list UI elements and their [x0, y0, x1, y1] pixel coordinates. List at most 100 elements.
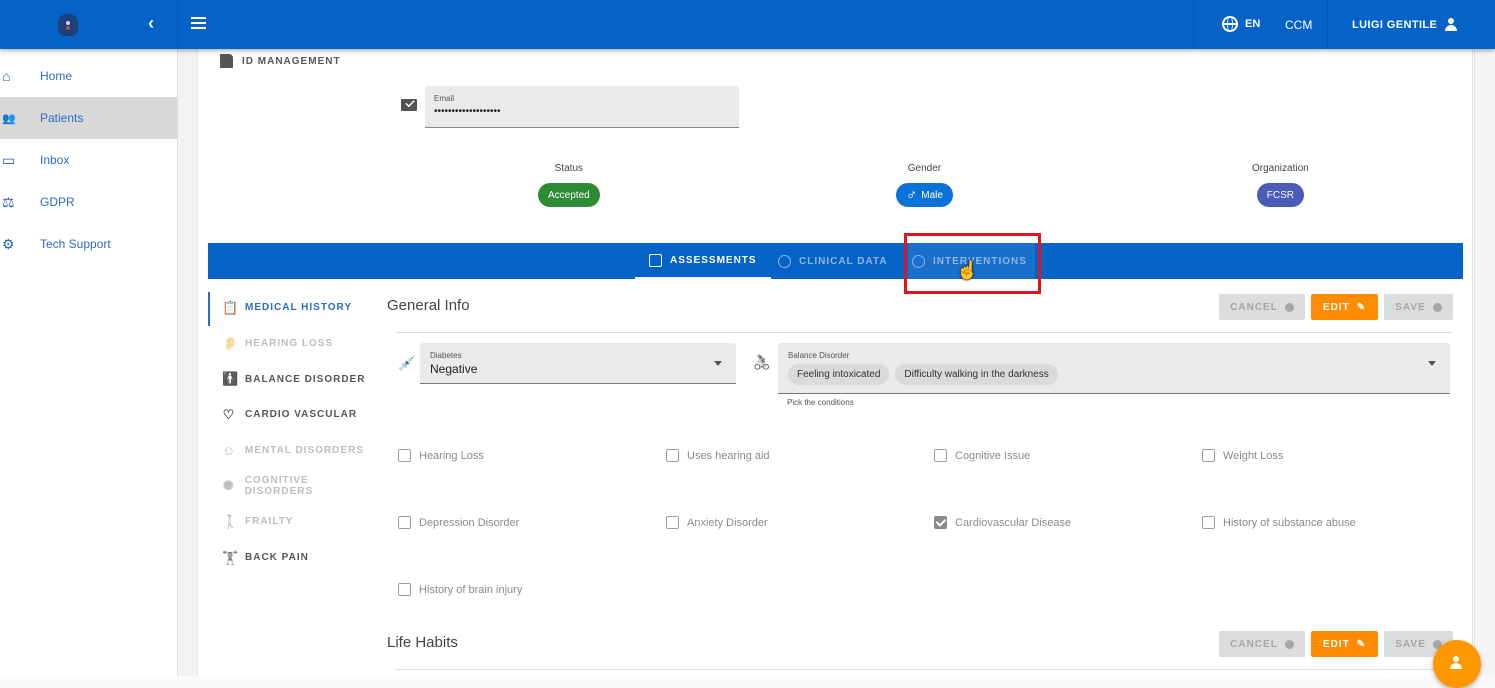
- subnav-label: MENTAL DISORDERS: [245, 445, 364, 457]
- button-label: SAVE: [1395, 638, 1426, 650]
- button-label: SAVE: [1395, 301, 1426, 313]
- life-habits-edit-button[interactable]: EDIT ✎: [1311, 631, 1378, 657]
- organization-badge: FCSR: [1256, 183, 1304, 207]
- checkbox-label: History of brain injury: [419, 583, 523, 596]
- checkbox-depression-disorder[interactable]: Depression Disorder: [398, 516, 519, 529]
- general-info-save-button[interactable]: SAVE: [1384, 294, 1453, 320]
- subnav-label: CARDIO VASCULAR: [245, 409, 358, 421]
- general-info-edit-button[interactable]: EDIT ✎: [1311, 294, 1378, 320]
- condition-chip[interactable]: Feeling intoxicated: [788, 364, 890, 385]
- heart-gear-icon: ♡: [222, 406, 236, 422]
- condition-chip[interactable]: Difficulty walking in the darkness: [895, 364, 1058, 385]
- app-logo[interactable]: [58, 14, 78, 36]
- globe-icon: [1222, 16, 1238, 32]
- language-selector[interactable]: EN: [1222, 16, 1260, 32]
- alarm-clock-icon: [912, 254, 925, 268]
- life-habits-title: Life Habits: [387, 634, 458, 651]
- checkbox-icon: [398, 449, 411, 462]
- button-label: CANCEL: [1230, 301, 1278, 313]
- checkbox-cognitive-issue[interactable]: Cognitive Issue: [934, 449, 1030, 462]
- checkbox-checked-icon: [934, 516, 947, 529]
- user-name: LUIGI GENTILE: [1352, 18, 1438, 31]
- subnav-back-pain[interactable]: 🏋 BACK PAIN: [208, 540, 378, 576]
- minus-circle-icon: [1284, 302, 1294, 312]
- subnav-cognitive-disorders[interactable]: ✺ COGNITIVE DISORDERS: [208, 468, 378, 504]
- diabetes-select[interactable]: Diabetes Negative: [420, 343, 736, 384]
- checkbox-icon: [398, 516, 411, 529]
- dropdown-arrow-icon: [714, 361, 722, 366]
- sidebar-item-patients[interactable]: 👥 Patients: [0, 97, 177, 139]
- subnav-medical-history[interactable]: 📋 MEDICAL HISTORY: [208, 290, 378, 326]
- checkbox-hearing-loss[interactable]: Hearing Loss: [398, 449, 484, 462]
- checkbox-history-of-substance-abuse[interactable]: History of substance abuse: [1202, 516, 1356, 529]
- weightlifter-icon: 🏋: [222, 549, 240, 565]
- checkbox-label: Weight Loss: [1223, 449, 1284, 462]
- button-label: CANCEL: [1230, 638, 1278, 650]
- gavel-icon: ⚖: [2, 193, 15, 210]
- syringe-icon: 💉: [398, 355, 416, 371]
- gender-label: Gender: [907, 163, 942, 174]
- balance-disorder-select[interactable]: Balance Disorder Feeling intoxicated Diff…: [778, 343, 1450, 394]
- manage-user-fab[interactable]: [1433, 640, 1481, 688]
- checkbox-anxiety-disorder[interactable]: Anxiety Disorder: [666, 516, 768, 529]
- tab-clinical-data[interactable]: CLINICAL DATA: [778, 243, 888, 279]
- checkbox-label: Hearing Loss: [419, 449, 484, 462]
- subnav-frailty[interactable]: 🚶 FRAILTY: [208, 504, 378, 540]
- language-label: EN: [1245, 18, 1261, 30]
- ear-icon: 👂: [222, 335, 240, 351]
- sidebar-item-label: GDPR: [40, 195, 75, 209]
- scrollbar-track[interactable]: [1474, 49, 1495, 676]
- subnav-cardio-vascular[interactable]: ♡ CARDIO VASCULAR: [208, 397, 378, 433]
- checkbox-label: Anxiety Disorder: [687, 516, 768, 529]
- general-info-cancel-button[interactable]: CANCEL: [1219, 294, 1305, 320]
- checkbox-icon: [1202, 449, 1215, 462]
- chip-list: Feeling intoxicated Difficulty walking in…: [788, 360, 1440, 385]
- tab-bar: ASSESSMENTS CLINICAL DATA INTERVENTIONS: [208, 243, 1463, 279]
- menu-button[interactable]: [191, 17, 206, 29]
- checkbox-history-of-brain-injury[interactable]: History of brain injury: [398, 583, 522, 596]
- male-icon: ♂: [906, 186, 918, 204]
- walking-cane-icon: 🚶: [222, 513, 240, 529]
- checkbox-label: Cardiovascular Disease: [955, 516, 1072, 529]
- tab-assessments[interactable]: ASSESSMENTS: [635, 243, 771, 279]
- subnav-label: FRAILTY: [245, 516, 294, 528]
- hamburger-icon: [191, 17, 206, 19]
- sidebar-item-gdpr[interactable]: ⚖ GDPR: [0, 181, 177, 223]
- checkbox-uses-hearing-aid[interactable]: Uses hearing aid: [666, 449, 770, 462]
- user-menu[interactable]: LUIGI GENTILE: [1352, 18, 1458, 31]
- subnav-hearing-loss[interactable]: 👂 HEARING LOSS: [208, 326, 378, 362]
- sidebar-item-inbox[interactable]: ▭ Inbox: [0, 139, 177, 181]
- button-label: EDIT: [1322, 301, 1350, 313]
- organization-code[interactable]: CCM: [1285, 18, 1312, 32]
- collapse-sidebar-button[interactable]: ‹: [148, 13, 154, 34]
- sidebar-item-home[interactable]: ⌂ Home: [0, 55, 177, 97]
- email-icon: [401, 99, 417, 111]
- hand-cursor-icon: ☝: [956, 260, 979, 280]
- sidebar-item-tech-support[interactable]: ⚙ Tech Support: [0, 223, 177, 265]
- clipboard-clock-icon: 📋: [222, 299, 240, 315]
- chevron-left-icon: ‹: [148, 13, 154, 33]
- tab-label: CLINICAL DATA: [799, 255, 888, 267]
- top-app-bar: ‹ EN CCM LUIGI GENTILE: [0, 0, 1495, 49]
- subnav-label: BACK PAIN: [245, 552, 309, 564]
- life-habits-cancel-button[interactable]: CANCEL: [1219, 631, 1305, 657]
- email-field[interactable]: Email •••••••••••••••••••: [425, 86, 739, 128]
- check-circle-icon: [1432, 302, 1442, 312]
- organization-value: FCSR: [1266, 189, 1294, 201]
- subnav-label: COGNITIVE DISORDERS: [244, 475, 314, 498]
- subnav-balance-disorder[interactable]: 🚹 BALANCE DISORDER: [208, 361, 378, 397]
- head-icon: ☺: [222, 443, 237, 459]
- checkbox-icon: [934, 449, 947, 462]
- subnav-label: BALANCE DISORDER: [245, 373, 366, 385]
- organization-field: Organization FCSR: [1252, 163, 1309, 207]
- checkbox-icon: [1202, 516, 1215, 529]
- speedometer-icon: [778, 254, 791, 268]
- button-label: EDIT: [1322, 638, 1350, 650]
- checkbox-cardiovascular-disease[interactable]: Cardiovascular Disease: [934, 516, 1071, 529]
- subnav-mental-disorders[interactable]: ☺ MENTAL DISORDERS: [208, 433, 378, 469]
- divider: [1327, 0, 1328, 49]
- email-value: •••••••••••••••••••: [434, 106, 501, 117]
- status-value: Accepted: [548, 189, 590, 201]
- checkbox-weight-loss[interactable]: Weight Loss: [1202, 449, 1283, 462]
- gender-field: Gender ♂ Male: [896, 163, 953, 207]
